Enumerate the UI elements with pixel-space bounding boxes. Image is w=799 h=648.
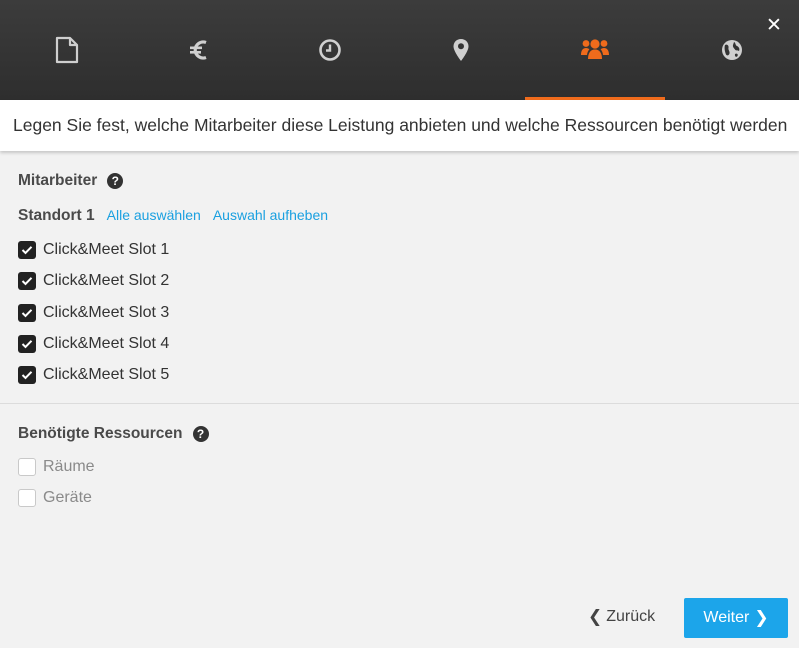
checkbox-checked[interactable] [18, 272, 36, 290]
location-label: Standort 1 [18, 207, 95, 224]
resources-title: Benötigte Ressourcen [18, 425, 183, 442]
back-button[interactable]: ❮ Zurück [588, 601, 655, 633]
checkbox-checked[interactable] [18, 304, 36, 322]
employee-checkbox-row[interactable]: Click&Meet Slot 2 [18, 272, 169, 290]
tab-pricing[interactable] [134, 0, 264, 100]
header-bar: ✕ [0, 0, 799, 100]
resources-section-title: Benötigte Ressourcen ? [18, 425, 209, 443]
location-row: Standort 1 Alle auswählen Auswahl aufheb… [18, 207, 328, 225]
step-description-text: Legen Sie fest, welche Mitarbeiter diese… [13, 115, 788, 135]
close-icon: ✕ [766, 15, 782, 36]
employee-checkbox-row[interactable]: Click&Meet Slot 5 [18, 366, 169, 384]
check-icon [21, 309, 33, 318]
resource-label: Geräte [43, 489, 92, 506]
tab-time[interactable] [264, 0, 396, 100]
resource-checkbox-row[interactable]: Räume [18, 458, 95, 476]
employee-label: Click&Meet Slot 2 [43, 272, 170, 289]
employee-checkbox-row[interactable]: Click&Meet Slot 1 [18, 241, 169, 259]
chevron-left-icon: ❮ [588, 607, 603, 626]
section-divider [0, 403, 799, 404]
tab-document[interactable] [0, 0, 134, 100]
employees-section-title: Mitarbeiter ? [18, 172, 124, 190]
checkbox-checked[interactable] [18, 335, 36, 353]
check-icon [21, 277, 33, 286]
checkbox-checked[interactable] [18, 241, 36, 259]
employees-title: Mitarbeiter [18, 172, 98, 189]
check-icon [21, 246, 33, 255]
globe-icon [721, 39, 743, 61]
checkbox-checked[interactable] [18, 366, 36, 384]
employee-checkbox-row[interactable]: Click&Meet Slot 3 [18, 304, 169, 322]
tab-location[interactable] [396, 0, 526, 100]
resource-label: Räume [43, 458, 95, 475]
deselect-all-link[interactable]: Auswahl aufheben [213, 207, 328, 223]
clock-icon [318, 38, 342, 62]
resource-checkbox-row[interactable]: Geräte [18, 489, 92, 507]
back-label: Zurück [606, 608, 656, 625]
document-icon [55, 36, 79, 64]
employee-label: Click&Meet Slot 3 [43, 304, 170, 321]
check-icon [21, 340, 33, 349]
checkbox-unchecked[interactable] [18, 489, 36, 507]
close-button[interactable]: ✕ [766, 14, 782, 38]
help-icon[interactable]: ? [107, 173, 124, 189]
next-label: Weiter [703, 609, 750, 626]
employee-label: Click&Meet Slot 4 [43, 335, 170, 352]
tab-employees[interactable] [525, 0, 665, 100]
employee-checkbox-row[interactable]: Click&Meet Slot 4 [18, 335, 169, 353]
step-description: Legen Sie fest, welche Mitarbeiter diese… [0, 100, 799, 151]
euro-icon [189, 38, 209, 62]
chevron-right-icon: ❯ [754, 608, 769, 627]
map-marker-icon [452, 38, 470, 62]
next-button[interactable]: Weiter ❯ [684, 598, 788, 638]
users-icon [581, 38, 609, 62]
select-all-link[interactable]: Alle auswählen [107, 207, 201, 223]
check-icon [21, 371, 33, 380]
employee-label: Click&Meet Slot 1 [43, 241, 170, 258]
checkbox-unchecked[interactable] [18, 458, 36, 476]
employee-label: Click&Meet Slot 5 [43, 366, 170, 383]
help-icon[interactable]: ? [192, 426, 209, 442]
